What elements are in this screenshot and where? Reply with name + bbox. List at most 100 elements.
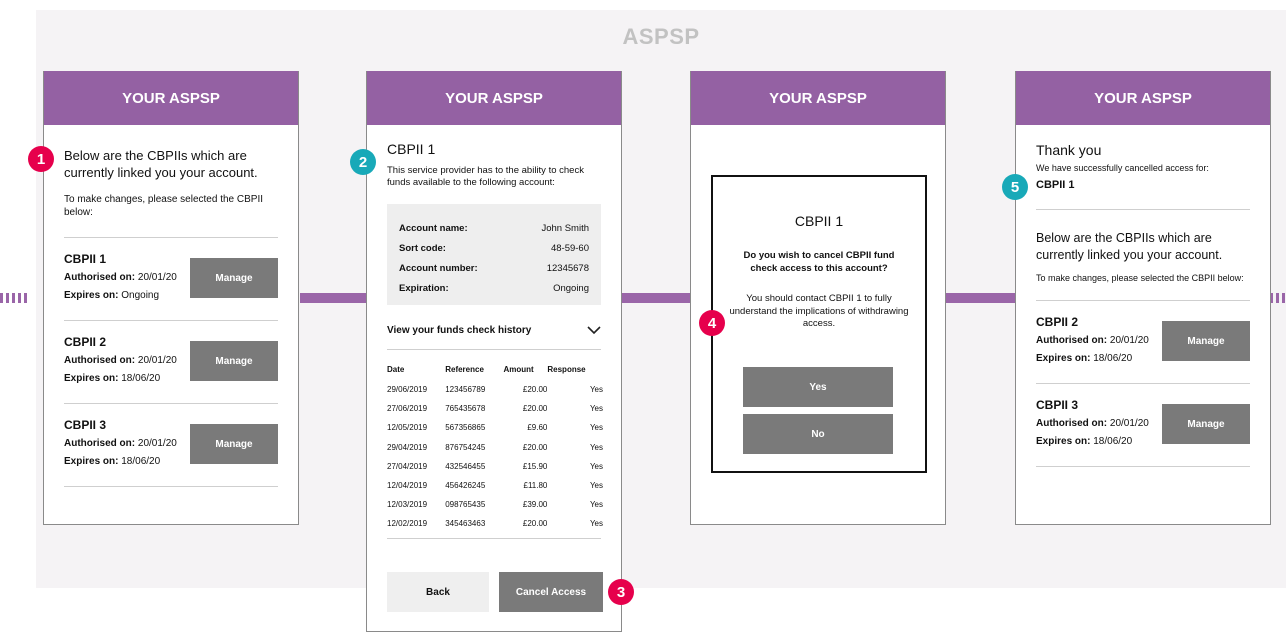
step-badge: 1 (28, 146, 54, 172)
back-button[interactable]: Back (387, 572, 489, 612)
cbpii-name: CBPII 3 (64, 418, 107, 432)
yes-button[interactable]: Yes (743, 367, 893, 407)
manage-button[interactable]: Manage (190, 341, 278, 381)
divider (64, 486, 278, 487)
cbpii-name: CBPII 1 (64, 252, 107, 266)
connector-dashed-left (0, 293, 30, 303)
table-cell: 432546455 (445, 461, 486, 471)
expires-line: Expires on: 18/06/20 (1036, 436, 1133, 447)
authorised-line: Authorised on: 20/01/20 (64, 272, 177, 283)
screen-cancel-success: YOUR ASPSP Thank you We have successfull… (1015, 71, 1271, 525)
thank-you-heading: Thank you (1036, 142, 1102, 158)
table-row: 12/04/2019 456426245 £11.80 Yes (387, 476, 603, 495)
confirm-dialog: CBPII 1 Do you wish to cancel CBPII fund… (711, 175, 927, 473)
table-row: 12/03/2019 098765435 £39.00 Yes (387, 495, 603, 514)
authorised-line: Authorised on: 20/01/20 (1036, 335, 1149, 346)
cbpii-name: CBPII 3 (1036, 398, 1079, 412)
divider (1036, 209, 1250, 210)
list-intro: Below are the CBPIIs which are currently… (1036, 231, 1223, 262)
cbpii-card: CBPII 3 Authorised on: 20/01/20 Expires … (44, 404, 298, 486)
table-cell: 567356865 (445, 423, 486, 433)
connector-2-3 (622, 293, 691, 303)
table-cell: 12/03/2019 (387, 500, 428, 510)
list-intro: Below are the CBPIIs which are currently… (64, 148, 258, 180)
table-cell: £20.00 (522, 519, 548, 529)
cbpii-card: CBPII 3 Authorised on: 20/01/20 Expires … (1016, 384, 1270, 466)
divider (1036, 466, 1250, 467)
table-cell: Yes (589, 385, 603, 395)
authorised-line: Authorised on: 20/01/20 (64, 355, 177, 366)
screen-cancel-confirm: YOUR ASPSP CBPII 1 Do you wish to cancel… (690, 71, 946, 525)
table-cell: Yes (589, 500, 603, 510)
dialog-title: CBPII 1 (794, 213, 844, 229)
success-message: We have successfully cancelled access fo… (1036, 163, 1209, 173)
funds-history-toggle[interactable]: View your funds check history (387, 319, 601, 341)
manage-button[interactable]: Manage (1162, 321, 1250, 361)
column-header: Amount (503, 364, 534, 374)
table-cell: 27/04/2019 (387, 461, 428, 471)
list-instruction: To make changes, please selected the CBP… (1036, 273, 1244, 283)
expires-line: Expires on: 18/06/20 (64, 373, 161, 384)
connector-3-4 (946, 293, 1016, 303)
chevron-down-icon (587, 326, 601, 335)
table-cell: £9.60 (527, 423, 548, 433)
expires-line: Expires on: Ongoing (64, 290, 160, 301)
expires-line: Expires on: 18/06/20 (1036, 353, 1133, 364)
table-cell: Yes (589, 404, 603, 414)
table-cell: Yes (589, 423, 603, 433)
table-row: 29/06/2019 123456789 £20.00 Yes (387, 380, 603, 399)
table-cell: £20.00 (522, 385, 548, 395)
table-cell: 456426245 (445, 481, 486, 491)
table-cell: 123456789 (445, 385, 486, 395)
table-cell: 12/05/2019 (387, 423, 428, 433)
table-header-row: Date Reference Amount Response (387, 358, 603, 380)
table-cell: Yes (589, 442, 603, 452)
dialog-advice: You should contact CBPII 1 to fully unde… (729, 293, 909, 329)
table-row: 27/06/2019 765435678 £20.00 Yes (387, 399, 603, 418)
dialog-question: Do you wish to cancel CBPII fund check a… (743, 250, 895, 274)
column-header: Reference (445, 364, 484, 374)
phone-header: YOUR ASPSP (1016, 71, 1270, 125)
table-cell: Yes (589, 461, 603, 471)
table-cell: £15.90 (522, 461, 548, 471)
manage-button[interactable]: Manage (1162, 404, 1250, 444)
table-cell: £39.00 (522, 500, 548, 510)
table-cell: 12/02/2019 (387, 519, 428, 529)
cancelled-cbpii-name: CBPII 1 (1036, 179, 1075, 191)
divider (387, 537, 601, 539)
screen-cbpii-list: YOUR ASPSP Below are the CBPIIs which ar… (43, 71, 299, 525)
connector-dashed-right (1270, 293, 1286, 303)
manage-button[interactable]: Manage (190, 258, 278, 298)
table-cell: 345463463 (445, 519, 486, 529)
table-cell: 098765435 (445, 500, 486, 510)
table-cell: 12/04/2019 (387, 481, 428, 491)
table-cell: £20.00 (522, 404, 548, 414)
table-row: 27/04/2019 432546455 £15.90 Yes (387, 457, 603, 476)
phone-header: YOUR ASPSP (367, 71, 621, 125)
table-row: 12/05/2019 567356865 £9.60 Yes (387, 418, 603, 437)
phone-header: YOUR ASPSP (691, 71, 945, 125)
cbpii-card: CBPII 2 Authorised on: 20/01/20 Expires … (1016, 301, 1270, 383)
step-badge: 2 (350, 149, 376, 175)
expires-line: Expires on: 18/06/20 (64, 456, 161, 467)
connector-1-2 (300, 293, 368, 303)
funds-history-label: View your funds check history (387, 324, 532, 336)
table-cell: Yes (589, 481, 603, 491)
detail-row-cutoff (399, 298, 589, 305)
authorised-line: Authorised on: 20/01/20 (1036, 418, 1149, 429)
cbpii-name: CBPII 2 (64, 335, 107, 349)
step-badge: 4 (699, 310, 725, 336)
account-details-panel: Account name: John Smith Sort code: 48-59-… (387, 204, 601, 305)
manage-button[interactable]: Manage (190, 424, 278, 464)
step-badge: 3 (608, 579, 634, 605)
table-cell: £20.00 (522, 442, 548, 452)
detail-row: Account name: John Smith (399, 222, 589, 234)
table-row: 29/04/2019 876754245 £20.00 Yes (387, 438, 603, 457)
table-cell: £11.80 (523, 481, 548, 491)
table-cell: 29/04/2019 (387, 442, 428, 452)
cancel-access-button[interactable]: Cancel Access (499, 572, 603, 612)
table-cell: Yes (589, 519, 603, 529)
no-button[interactable]: No (743, 414, 893, 454)
section-title: ASPSP (622, 24, 700, 49)
screen-cbpii-detail: YOUR ASPSP CBPII 1 This service provider… (366, 71, 622, 632)
